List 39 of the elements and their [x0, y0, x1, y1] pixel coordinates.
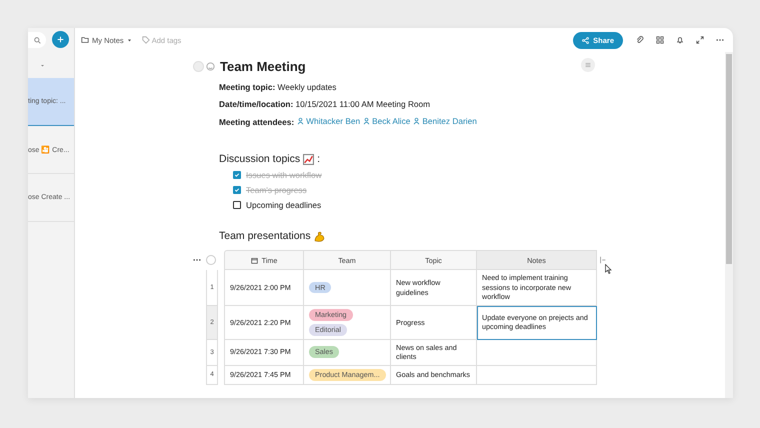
- note-title: Team Meeting: [220, 58, 306, 74]
- checkbox[interactable]: [233, 171, 241, 179]
- checklist-item-text: Team's progress: [246, 185, 307, 195]
- share-icon: [582, 36, 590, 44]
- plus-icon: [57, 36, 64, 43]
- person-link[interactable]: Benitez Darien: [413, 116, 477, 126]
- checklist-item-text: Upcoming deadlines: [246, 200, 322, 210]
- checkbox[interactable]: [233, 201, 241, 209]
- section-heading: Team presentations: [219, 230, 311, 242]
- search-icon: [34, 36, 40, 44]
- emoji-face-icon: [206, 62, 215, 70]
- checkbox[interactable]: [233, 186, 241, 194]
- person-icon: [413, 117, 420, 125]
- resize-handle-icon: [599, 256, 607, 264]
- person-link[interactable]: Whitacker Ben: [297, 116, 360, 126]
- field-label: Meeting attendees:: [219, 117, 294, 127]
- person-icon: [297, 117, 304, 125]
- outline-button[interactable]: [581, 58, 595, 72]
- caret-icon: [126, 38, 132, 42]
- check-icon: [234, 172, 240, 178]
- mouse-cursor-icon: [605, 264, 612, 274]
- section-heading: Discussion topics: [219, 153, 300, 165]
- person-icon: [363, 117, 370, 125]
- person-link[interactable]: Beck Alice: [363, 116, 410, 126]
- field-text: Date/time/location: 10/15/2021 11:00 AM Meeting Room: [219, 99, 430, 109]
- menu-icon: [584, 61, 592, 69]
- paperclip-icon: [636, 36, 644, 44]
- tag-icon: [142, 36, 150, 44]
- calendar-icon: [250, 256, 258, 264]
- check-icon: [234, 187, 240, 193]
- checklist-item-text: Issues with workflow: [246, 170, 322, 180]
- heading-colon: :: [317, 153, 320, 165]
- field-text: Meeting topic: Weekly updates: [219, 82, 336, 92]
- search-button[interactable]: [28, 32, 46, 48]
- caret-icon: [40, 62, 45, 68]
- chart-emoji-icon: [303, 154, 314, 164]
- add-button[interactable]: [52, 31, 69, 48]
- folder-icon: [81, 36, 89, 44]
- scrollbar-thumb[interactable]: [726, 54, 732, 264]
